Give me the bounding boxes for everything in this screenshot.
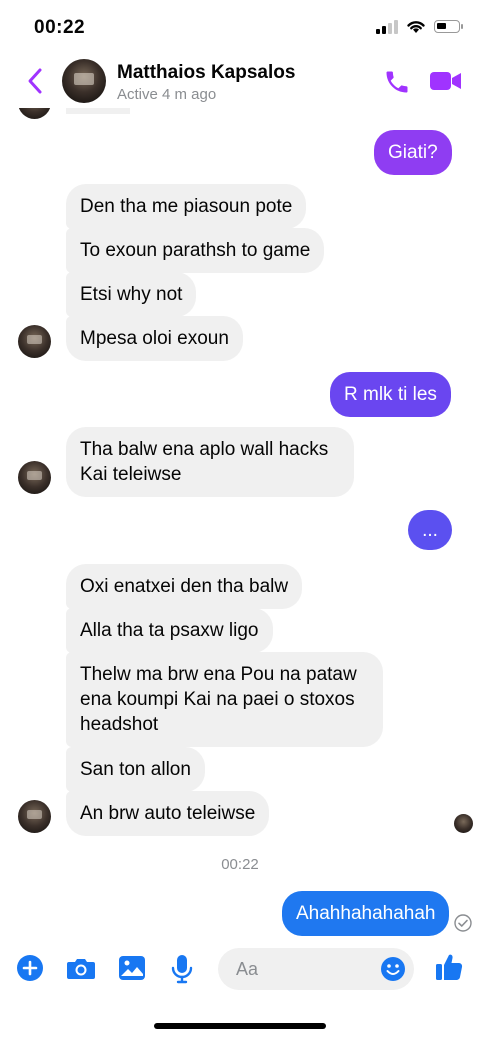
emoji-icon[interactable] [380, 956, 406, 982]
message-bubble-incoming[interactable]: San ton allon [66, 747, 205, 792]
status-icons [376, 19, 463, 34]
message-line: headshot [80, 714, 159, 735]
message-bubble-outgoing[interactable]: Giati? [374, 130, 452, 175]
message-bubble-incoming[interactable]: Oxi enatxei den tha balw [66, 564, 303, 609]
message-thread[interactable]: Giati? Den tha me piasoun pote To exoun … [0, 108, 480, 940]
message-bubble-outgoing[interactable]: ... [408, 510, 452, 550]
message-bubble-incoming[interactable]: An brw auto teleiwse [66, 791, 270, 836]
message-line: Tha balw ena aplo wall hacks [80, 439, 329, 460]
contact-avatar-small [18, 800, 51, 833]
microphone-icon[interactable] [170, 954, 194, 984]
message-line: Kai teleiwse [80, 464, 182, 485]
thumbs-up-icon[interactable] [434, 952, 464, 982]
wifi-icon [407, 21, 425, 33]
message-bubble-outgoing[interactable]: R mlk ti les [330, 372, 451, 417]
video-call-icon[interactable] [430, 70, 462, 92]
seen-indicator-avatar [454, 814, 473, 833]
sent-check-icon [454, 914, 472, 932]
message-bubble-partial[interactable] [66, 108, 130, 114]
signal-icon [376, 19, 398, 34]
message-line: ena koumpi Kai na paei o stoxos [80, 689, 355, 710]
contact-active-status: Active 4 m ago [117, 86, 217, 103]
message-input[interactable]: Aa [218, 948, 414, 990]
message-bubble-incoming[interactable]: Etsi why not [66, 272, 197, 317]
message-bubble-incoming-multiline[interactable]: Thelw ma brw ena Pou na pataw ena koumpi… [66, 652, 383, 747]
status-bar: 00:22 [0, 0, 480, 56]
message-composer: Aa [0, 940, 480, 1000]
message-bubble-outgoing[interactable]: Ahahhahahahah [282, 891, 450, 936]
plus-icon[interactable] [16, 954, 44, 982]
phone-call-icon[interactable] [383, 68, 411, 96]
home-indicator [154, 1023, 326, 1029]
contact-avatar-small [18, 325, 51, 358]
message-bubble-incoming[interactable]: Mpesa oloi exoun [66, 316, 243, 361]
status-time: 00:22 [34, 17, 86, 38]
message-bubble-incoming[interactable]: Alla tha ta psaxw ligo [66, 608, 273, 653]
conversation-header: Matthaios Kapsalos Active 4 m ago [0, 56, 480, 108]
contact-avatar[interactable] [62, 59, 106, 103]
contact-name[interactable]: Matthaios Kapsalos [117, 62, 295, 84]
gallery-icon[interactable] [118, 954, 146, 982]
message-timestamp: 00:22 [221, 856, 259, 873]
message-bubble-incoming-multiline[interactable]: Tha balw ena aplo wall hacks Kai teleiws… [66, 427, 354, 497]
contact-avatar-small [18, 108, 51, 119]
back-chevron-icon[interactable] [24, 66, 46, 96]
camera-icon[interactable] [66, 954, 96, 982]
message-bubble-incoming[interactable]: Den tha me piasoun pote [66, 184, 307, 229]
battery-icon [434, 20, 463, 33]
contact-avatar-small [18, 461, 51, 494]
message-input-placeholder: Aa [236, 959, 259, 979]
message-line: Thelw ma brw ena Pou na pataw [80, 664, 357, 685]
message-bubble-incoming[interactable]: To exoun parathsh to game [66, 228, 325, 273]
